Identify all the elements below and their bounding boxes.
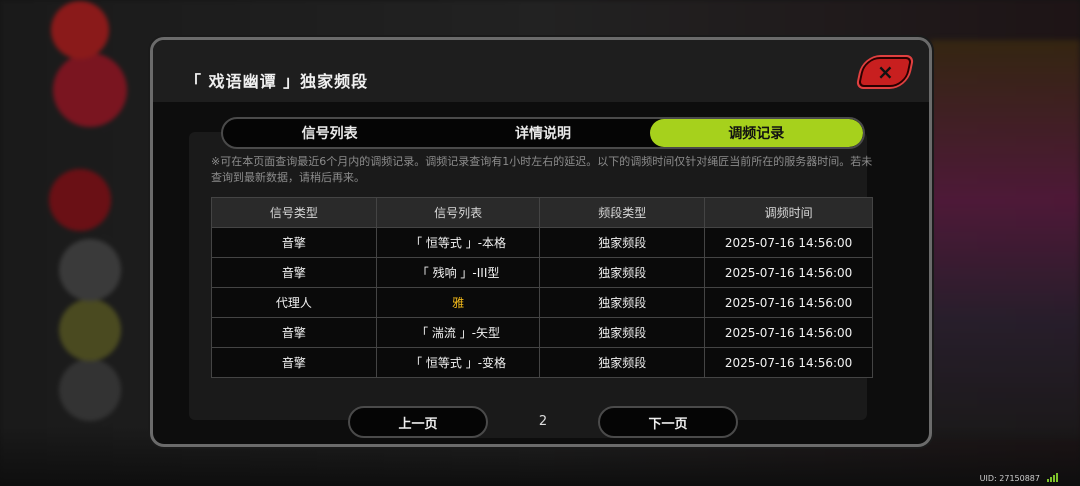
cell-band-type: 独家频段	[539, 257, 706, 288]
tab-bar: 信号列表 详情说明 调频记录	[221, 117, 865, 149]
cell-signal-type: 音擎	[211, 317, 377, 348]
header-tuning-time: 调频时间	[704, 197, 873, 228]
cell-signal-type: 音擎	[211, 347, 377, 378]
cell-band-type: 独家频段	[539, 317, 706, 348]
header-signal-list: 信号列表	[375, 197, 541, 228]
close-icon: ×	[876, 60, 894, 84]
exclusive-channel-modal: 「 戏语幽谭 」独家频段 × 信号列表 详情说明 调频记录 ※可在本页面查询最近…	[150, 37, 932, 447]
cell-band-type: 独家频段	[539, 227, 706, 258]
records-table: 信号类型 信号列表 频段类型 调频时间 音擎 「 恒等式 」-本格 独家频段 2…	[211, 197, 873, 378]
cell-signal-name: 「 湍流 」-矢型	[375, 317, 541, 348]
background-right-panel	[930, 40, 1080, 440]
cell-tuning-time: 2025-07-16 14:56:00	[704, 257, 873, 288]
signal-strength-icon	[1047, 473, 1058, 482]
modal-title: 「 戏语幽谭 」独家频段	[185, 72, 369, 91]
tab-tuning-records[interactable]: 调频记录	[649, 119, 863, 147]
table-header-row: 信号类型 信号列表 频段类型 调频时间	[211, 197, 873, 228]
cell-signal-name: 「 残响 」-III型	[375, 257, 541, 288]
cell-signal-type: 音擎	[211, 257, 377, 288]
cell-tuning-time: 2025-07-16 14:56:00	[704, 317, 873, 348]
cell-tuning-time: 2025-07-16 14:56:00	[704, 287, 873, 318]
prev-page-button[interactable]: 上一页	[348, 406, 488, 438]
pagination: 上一页 2 下一页	[348, 406, 738, 438]
cell-signal-name: 雅	[375, 287, 541, 318]
page-number: 2	[538, 414, 548, 429]
cell-tuning-time: 2025-07-16 14:56:00	[704, 227, 873, 258]
tab-details[interactable]: 详情说明	[436, 119, 649, 147]
cell-signal-name: 「 恒等式 」-变格	[375, 347, 541, 378]
table-row: 音擎 「 残响 」-III型 独家频段 2025-07-16 14:56:00	[211, 257, 873, 288]
tab-signal-list[interactable]: 信号列表	[223, 119, 436, 147]
header-band-type: 频段类型	[539, 197, 706, 228]
header-signal-type: 信号类型	[211, 197, 377, 228]
cell-band-type: 独家频段	[539, 287, 706, 318]
notice-text: ※可在本页面查询最近6个月内的调频记录。调频记录查询有1小时左右的延迟。以下的调…	[211, 155, 873, 184]
cell-signal-name: 「 恒等式 」-本格	[375, 227, 541, 258]
uid-label: UID: 27150887	[979, 474, 1040, 483]
next-page-button[interactable]: 下一页	[598, 406, 738, 438]
cell-tuning-time: 2025-07-16 14:56:00	[704, 347, 873, 378]
cell-band-type: 独家频段	[539, 347, 706, 378]
cell-signal-type: 音擎	[211, 227, 377, 258]
cell-signal-type: 代理人	[211, 287, 377, 318]
table-row: 音擎 「 恒等式 」-变格 独家频段 2025-07-16 14:56:00	[211, 347, 873, 378]
table-row: 音擎 「 恒等式 」-本格 独家频段 2025-07-16 14:56:00	[211, 227, 873, 258]
table-row: 代理人 雅 独家频段 2025-07-16 14:56:00	[211, 287, 873, 318]
table-row: 音擎 「 湍流 」-矢型 独家频段 2025-07-16 14:56:00	[211, 317, 873, 348]
